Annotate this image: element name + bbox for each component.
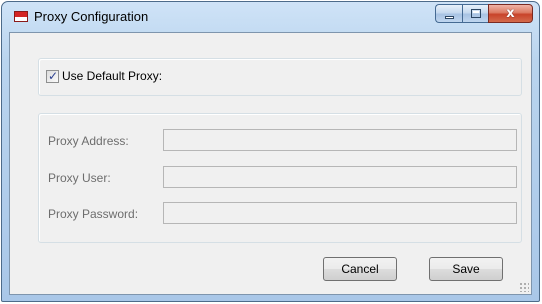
dialog-client-area: Use Default Proxy: Proxy Address: Proxy … [9, 32, 532, 295]
minimize-button[interactable] [435, 4, 462, 23]
proxy-password-label: Proxy Password: [48, 207, 139, 221]
resize-grip-icon[interactable] [519, 282, 529, 292]
proxy-address-input[interactable] [163, 129, 517, 151]
maximize-icon [471, 9, 481, 18]
maximize-button[interactable] [462, 4, 488, 23]
cancel-button[interactable]: Cancel [323, 257, 397, 281]
proxy-address-label: Proxy Address: [48, 134, 129, 148]
close-icon: x [506, 6, 515, 21]
use-default-proxy-label[interactable]: Use Default Proxy: [62, 69, 162, 83]
minimize-icon [445, 16, 454, 19]
proxy-user-label: Proxy User: [48, 171, 111, 185]
use-default-proxy-checkbox[interactable] [46, 69, 59, 83]
window-controls: x [435, 4, 533, 24]
proxy-configuration-window: Proxy Configuration x Use Default Proxy:… [1, 1, 540, 302]
save-button[interactable]: Save [429, 257, 503, 281]
title-bar[interactable]: Proxy Configuration x [2, 2, 539, 32]
proxy-settings-group: Proxy Address: Proxy User: Proxy Passwor… [38, 113, 522, 243]
proxy-user-input[interactable] [163, 166, 517, 188]
proxy-password-input[interactable] [163, 202, 517, 224]
app-icon[interactable] [14, 11, 28, 22]
close-button[interactable]: x [488, 4, 533, 23]
window-title: Proxy Configuration [34, 9, 149, 24]
default-proxy-group: Use Default Proxy: [38, 58, 522, 96]
